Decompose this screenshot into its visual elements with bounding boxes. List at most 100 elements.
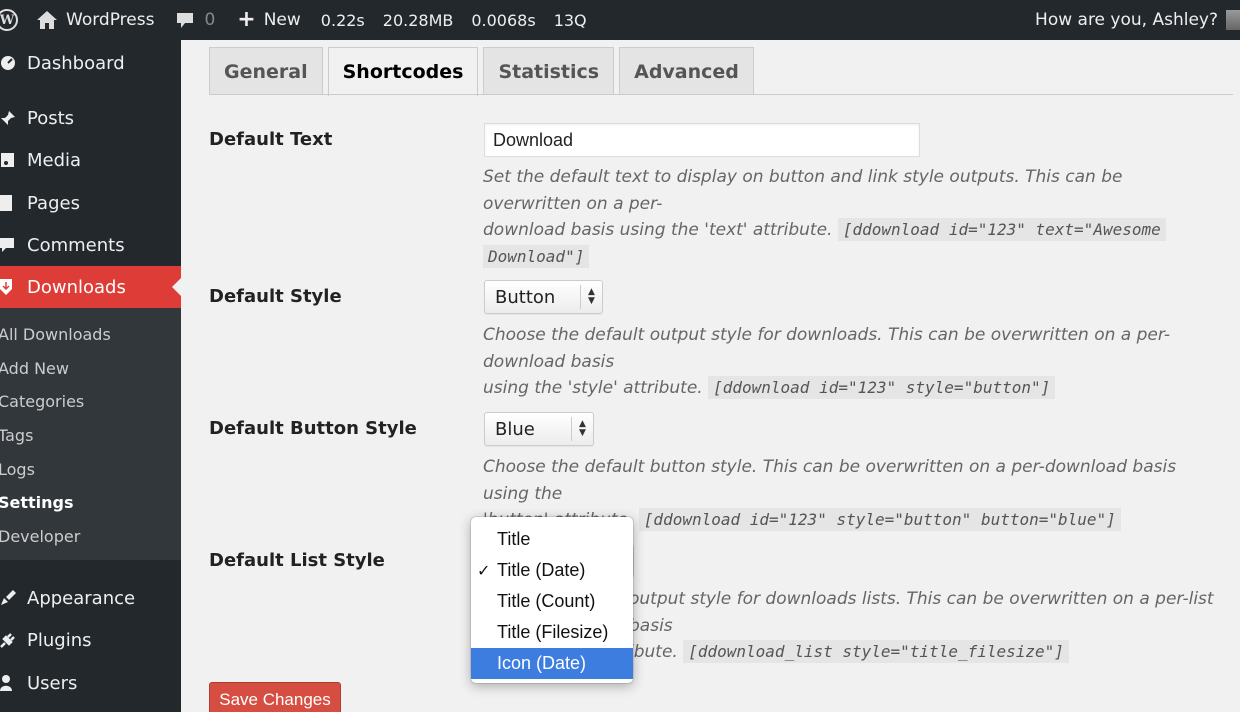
default-style-label: Default Style — [209, 286, 342, 307]
tab-shortcodes[interactable]: Shortcodes — [327, 47, 479, 96]
stat-memory: 20.28MB — [382, 10, 454, 30]
option-label: Title (Filesize) — [497, 622, 609, 642]
shortcode-example: [ddownload_list style="title_filesize"] — [683, 640, 1069, 663]
comment-bubble-icon — [177, 12, 194, 28]
select-value: Blue — [495, 418, 535, 440]
submenu-tags[interactable]: Tags — [0, 420, 33, 450]
default-text-description: Set the default text to display on butto… — [483, 164, 1223, 270]
comment-icon — [0, 237, 26, 253]
submenu-all-downloads[interactable]: All Downloads — [0, 319, 111, 349]
site-name: WordPress — [66, 10, 155, 30]
submenu-add-new[interactable]: Add New — [0, 353, 69, 383]
option-label: Title — [497, 529, 531, 549]
admin-bar: W WordPress 0 + New 0.22s 20.28MB 0.0068… — [0, 0, 1240, 40]
option-title-filesize[interactable]: Title (Filesize) — [471, 617, 633, 648]
user-icon — [0, 675, 26, 691]
option-title-count[interactable]: Title (Count) — [471, 586, 633, 617]
my-account[interactable]: How are you, Ashley? — [1035, 0, 1218, 40]
downloads-submenu: All Downloads Add New Categories Tags Lo… — [0, 308, 181, 560]
option-title-date[interactable]: ✓ Title (Date) — [471, 555, 633, 586]
desc-text: Choose the default button style. This ca… — [483, 457, 1177, 504]
home-icon — [37, 11, 57, 29]
media-icon — [0, 151, 26, 169]
stat-time: 0.22s — [320, 10, 365, 30]
admin-sidebar: Dashboard Posts Media Pages Comments Dow… — [0, 40, 181, 712]
default-button-style-select[interactable]: Blue ▲ ▼ — [484, 412, 594, 446]
option-label: Title (Date) — [497, 560, 586, 580]
tab-advanced[interactable]: Advanced — [619, 47, 754, 95]
submenu-categories[interactable]: Categories — [0, 386, 84, 416]
main-content: General Shortcodes Statistics Advanced D… — [181, 40, 1240, 712]
select-arrows-icon: ▲▼ — [571, 417, 593, 441]
desc-text: ibute. — [629, 642, 678, 662]
sidebar-item-users[interactable]: Users — [0, 662, 181, 704]
shortcode-example: [ddownload id="123" text="Awesome — [837, 218, 1166, 241]
option-label: Icon (Date) — [497, 653, 587, 673]
sidebar-item-comments[interactable]: Comments — [0, 224, 181, 266]
sidebar-item-media[interactable]: Media — [0, 139, 181, 181]
default-style-select[interactable]: Button ▲ ▼ — [484, 280, 603, 314]
avatar[interactable] — [1226, 10, 1240, 30]
stat-query-time: 0.0068s — [471, 10, 536, 30]
submenu-logs[interactable]: Logs — [0, 454, 35, 484]
desc-text: output style for downloads lists. This c… — [629, 589, 1214, 636]
stat-queries: 13Q — [553, 10, 587, 30]
dashboard-icon — [0, 55, 26, 71]
select-value: Button — [495, 286, 556, 308]
default-button-style-label: Default Button Style — [209, 418, 417, 439]
sidebar-item-posts[interactable]: Posts — [0, 97, 181, 139]
submenu-developer[interactable]: Developer — [0, 521, 80, 551]
default-style-description: Choose the default output style for down… — [483, 322, 1223, 402]
sidebar-item-plugins[interactable]: Plugins — [0, 619, 181, 661]
option-label: Title (Count) — [497, 591, 596, 611]
option-title[interactable]: Title — [471, 524, 633, 555]
wordpress-menu[interactable]: W — [0, 0, 36, 40]
list-style-dropdown-menu: Title ✓ Title (Date) Title (Count) Title … — [471, 517, 633, 683]
brush-icon — [0, 590, 26, 606]
site-name-link[interactable]: WordPress — [36, 0, 154, 40]
pages-icon — [0, 194, 26, 212]
option-icon-date[interactable]: Icon (Date) — [471, 648, 633, 679]
tab-statistics[interactable]: Statistics — [483, 47, 615, 95]
new-content-button[interactable]: + New — [237, 0, 301, 40]
greeting: How are you, Ashley? — [1035, 10, 1218, 30]
desc-text: using the 'style' attribute. — [483, 378, 703, 398]
default-text-input[interactable] — [484, 123, 920, 157]
sidebar-item-label: Downloads — [27, 276, 126, 298]
default-list-style-description: output style for downloads lists. This c… — [629, 586, 1229, 666]
settings-tabs: General Shortcodes Statistics Advanced — [209, 47, 759, 96]
sidebar-item-label: Pages — [27, 192, 80, 214]
sidebar-item-label: Media — [27, 149, 82, 171]
sidebar-item-label: Dashboard — [27, 52, 125, 74]
query-monitor-stats[interactable]: 0.22s 20.28MB 0.0068s 13Q — [321, 0, 587, 40]
shortcode-example: [ddownload id="123" style="button" butto… — [638, 508, 1121, 531]
submenu-settings[interactable]: Settings — [0, 487, 74, 517]
desc-text: Set the default text to display on butto… — [483, 167, 1123, 214]
sidebar-item-label: Posts — [27, 107, 75, 129]
sidebar-item-appearance[interactable]: Appearance — [0, 577, 181, 619]
comment-count: 0 — [204, 10, 216, 30]
tab-general[interactable]: General — [209, 47, 323, 95]
pin-icon — [0, 110, 26, 126]
sidebar-item-downloads[interactable]: Downloads — [0, 266, 181, 308]
plug-icon — [0, 632, 26, 648]
download-icon — [0, 278, 26, 296]
comments-link[interactable]: 0 — [154, 0, 237, 40]
new-label: New — [263, 10, 301, 30]
sidebar-item-label: Appearance — [27, 587, 136, 609]
shortcode-example-cont: Download"] — [483, 244, 590, 268]
save-changes-button[interactable]: Save Changes — [209, 682, 341, 712]
sidebar-item-label: Comments — [27, 234, 125, 256]
sidebar-item-label: Plugins — [27, 629, 92, 651]
sidebar-item-dashboard[interactable]: Dashboard — [0, 42, 181, 84]
plus-icon: + — [237, 7, 256, 32]
wordpress-logo-icon[interactable]: W — [0, 9, 18, 31]
shortcode-example: [ddownload id="123" style="button"] — [708, 376, 1056, 399]
sidebar-item-pages[interactable]: Pages — [0, 182, 181, 224]
checkmark-icon: ✓ — [477, 562, 491, 580]
default-text-label: Default Text — [209, 129, 333, 150]
desc-text: Choose the default output style for down… — [483, 325, 1171, 372]
desc-text: download basis using the 'text' attribut… — [483, 220, 833, 240]
select-arrows-icon: ▲▼ — [580, 285, 602, 309]
tab-divider — [209, 94, 1233, 95]
